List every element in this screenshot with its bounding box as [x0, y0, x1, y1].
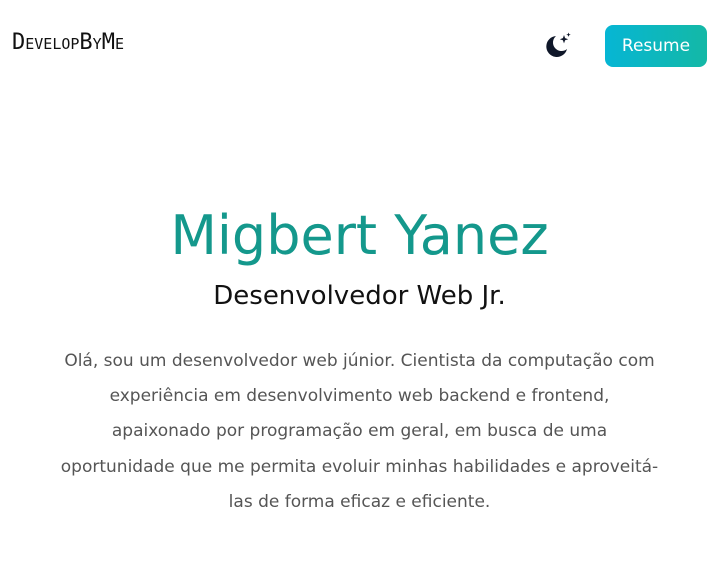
theme-toggle-button[interactable]: [540, 29, 574, 63]
resume-button[interactable]: Resume: [605, 25, 707, 67]
moon-stars-icon: [546, 32, 571, 57]
hero-section: Migbert Yanez Desenvolvedor Web Jr. Olá,…: [0, 200, 719, 520]
page: DevelopByMe Resume Migbert Yanez Desenvo…: [0, 0, 719, 584]
site-header: DevelopByMe Resume: [0, 0, 719, 92]
hero-role: Desenvolvedor Web Jr.: [213, 281, 506, 311]
hero-name: Migbert Yanez: [170, 204, 549, 267]
hero-bio: Olá, sou um desenvolvedor web júnior. Ci…: [60, 351, 659, 512]
logo[interactable]: DevelopByMe: [12, 29, 124, 57]
